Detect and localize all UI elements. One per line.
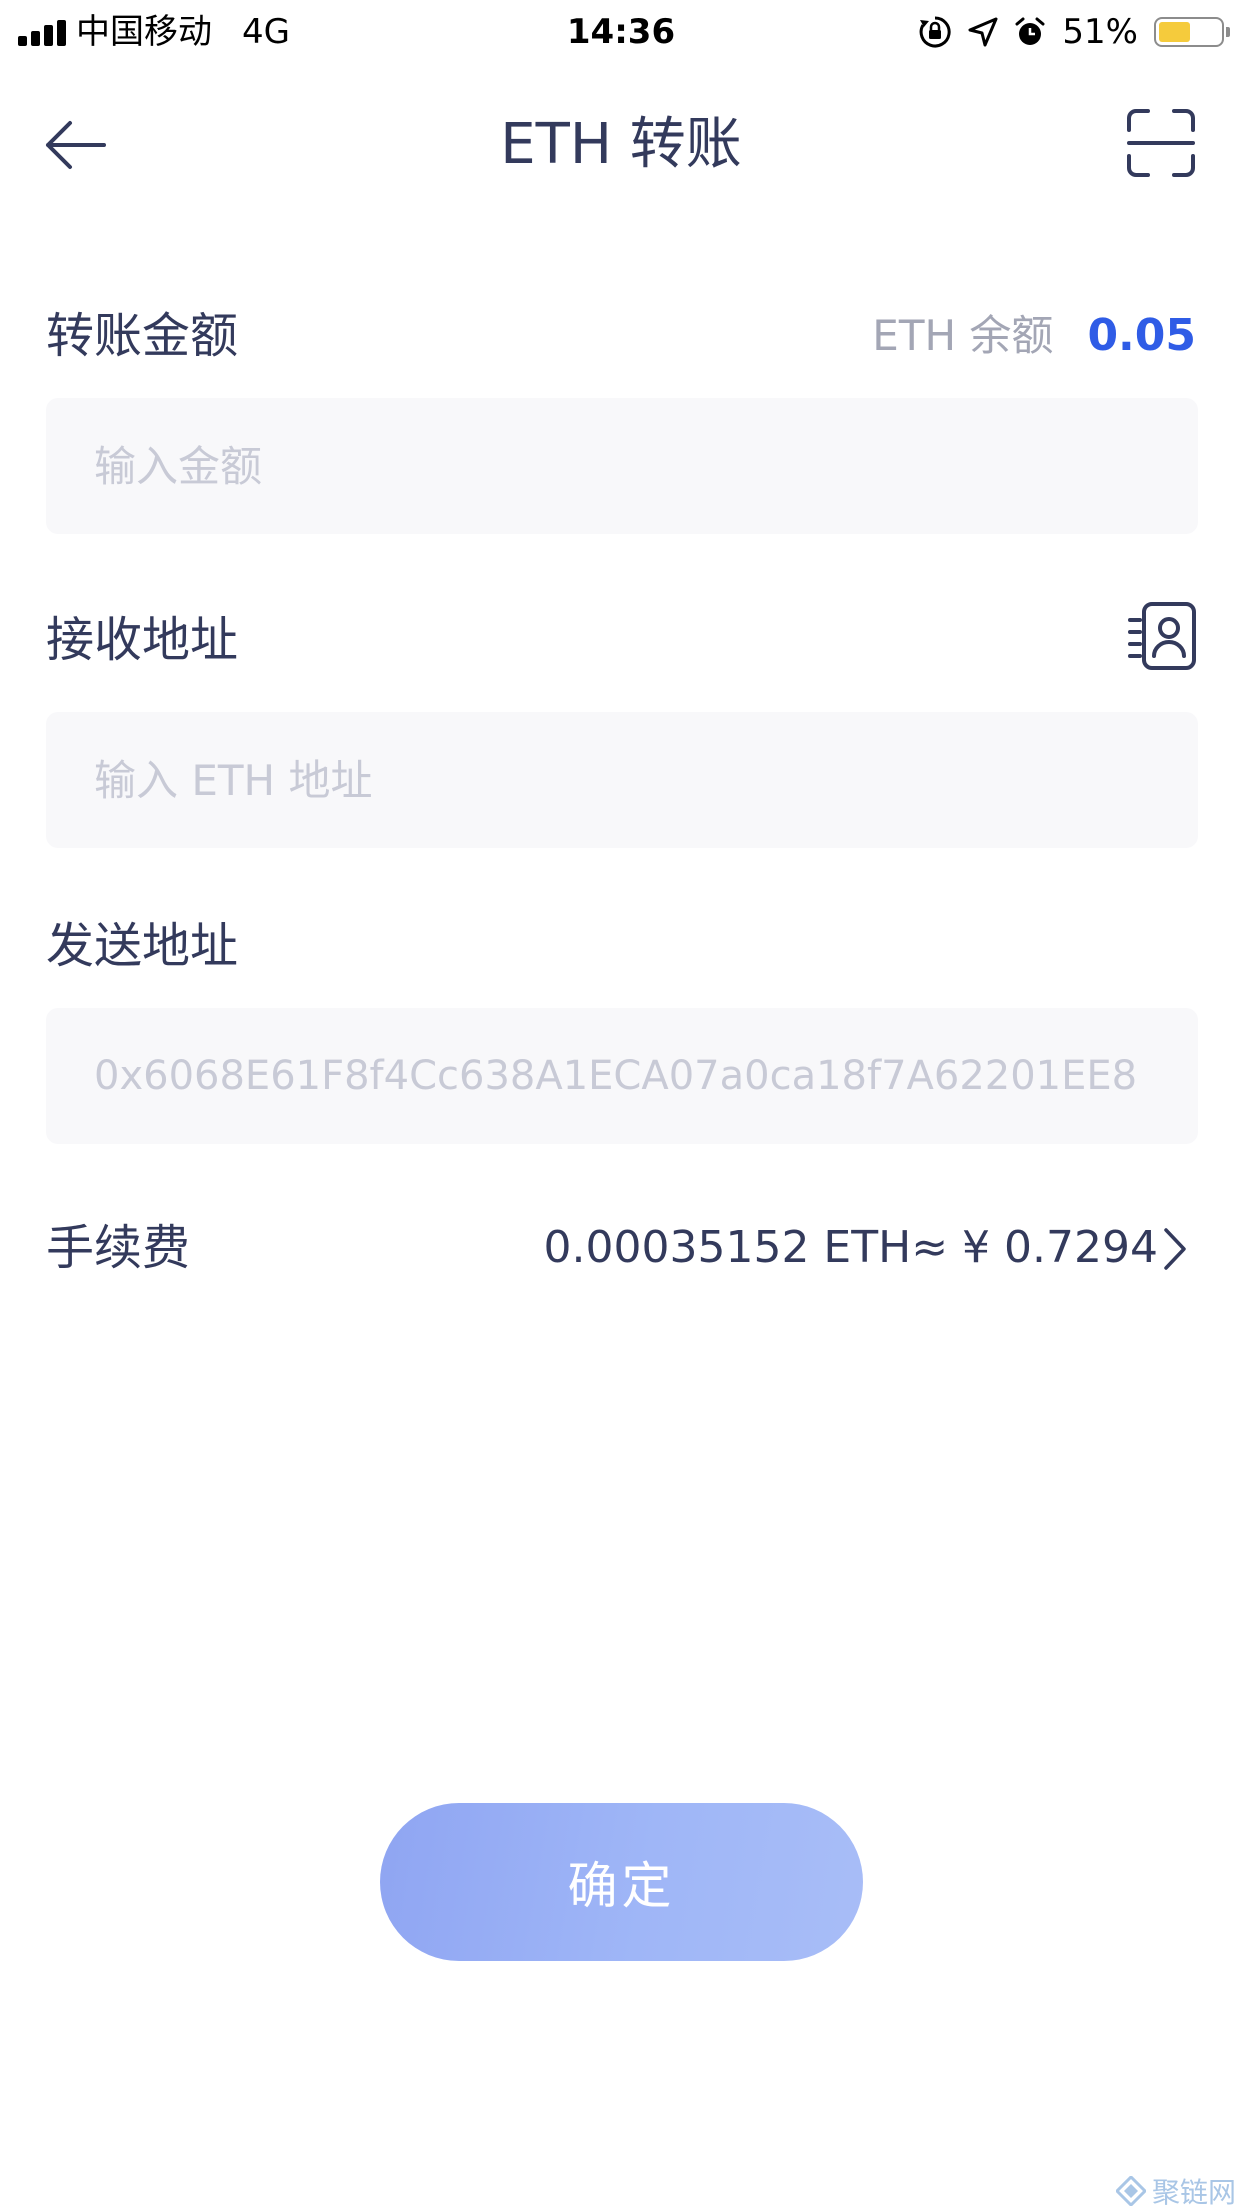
fee-value[interactable]: 0.00035152 ETH≈ ¥ 0.7294	[544, 1218, 1158, 1278]
status-right-group: 51%	[918, 10, 1230, 54]
chevron-right-icon[interactable]	[1160, 1226, 1190, 1272]
amount-label: 转账金额	[46, 308, 239, 364]
amount-field[interactable]	[46, 398, 1198, 534]
rotation-lock-icon	[920, 16, 952, 48]
balance-label: ETH 余额	[872, 311, 1054, 360]
fee-label: 手续费	[46, 1220, 191, 1276]
balance-value: 0.05	[1087, 310, 1196, 361]
scan-frame-icon[interactable]	[1126, 108, 1196, 178]
send-address-field: 0x6068E61F8f4Cc638A1ECA07a0ca18f7A62201E…	[46, 1008, 1198, 1144]
balance-info: ETH 余额 0.05	[872, 306, 1196, 366]
location-arrow-icon	[968, 17, 998, 47]
status-bar: 中国移动 4G 14:36 51%	[0, 0, 1242, 62]
watermark: 聚链网	[1115, 2174, 1236, 2209]
confirm-button[interactable]: 确定	[380, 1803, 863, 1961]
battery-cap	[1226, 27, 1230, 37]
send-address-label: 发送地址	[46, 918, 239, 974]
send-address-value: 0x6068E61F8f4Cc638A1ECA07a0ca18f7A62201E…	[94, 1053, 1138, 1099]
watermark-text: 聚链网	[1151, 2176, 1236, 2209]
battery-percent: 51%	[1062, 12, 1138, 52]
receive-address-field[interactable]	[46, 712, 1198, 848]
diamond-logo-icon	[1115, 2176, 1146, 2206]
address-book-icon[interactable]	[1128, 600, 1198, 672]
alarm-clock-icon	[1015, 17, 1045, 45]
amount-input[interactable]	[94, 441, 1150, 491]
battery-icon	[1154, 17, 1230, 47]
battery-fill	[1159, 22, 1190, 42]
page-title: ETH 转账	[500, 112, 742, 177]
receive-address-input[interactable]	[94, 755, 1150, 805]
receive-address-label: 接收地址	[46, 612, 239, 668]
